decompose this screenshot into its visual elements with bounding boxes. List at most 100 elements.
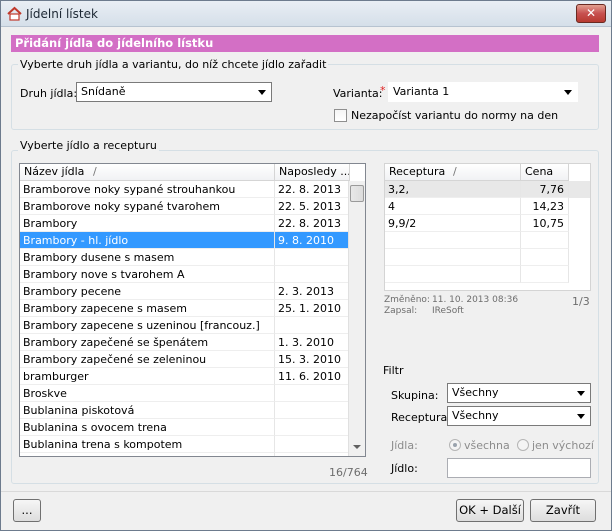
table-row[interactable]: Brambory zapečené se špenátem 1. 3. 2010	[20, 334, 350, 351]
table-row[interactable]: Brambory 22. 8. 2013	[20, 215, 350, 232]
ok-next-button[interactable]: OK + Další	[456, 499, 524, 522]
food-name-cell: Brambory zapecene s uzeninou [francouz.]	[20, 317, 275, 334]
table-row[interactable]: Bublanina s ovocem trena	[20, 419, 350, 436]
recipe-cell	[385, 266, 521, 283]
radio-default-label[interactable]: jen výchozí	[532, 439, 594, 452]
table-row[interactable]: Bramborove noky sypané tvarohem 22. 5. 20…	[20, 198, 350, 215]
column-header-recipe-label: Receptura	[389, 165, 446, 178]
sort-icon: /	[453, 165, 457, 178]
recipe-cell: 9,9/2	[385, 215, 521, 232]
table-row[interactable]: Bublanina trena s kompotem	[20, 436, 350, 453]
food-date-cell: 5. 7. 2010	[275, 453, 350, 456]
food-type-group-legend: Vyberte druh jídla a variantu, do níž ch…	[18, 58, 329, 71]
chevron-down-icon	[258, 90, 266, 95]
table-row[interactable]: Broskve	[20, 385, 350, 402]
table-row[interactable]: 9,9/2 10,75	[385, 215, 590, 232]
skupina-select[interactable]: Všechny	[447, 383, 591, 403]
window-title: Jídelní lístek	[26, 7, 98, 21]
food-name-cell: Brambory zapečené se špenátem	[20, 334, 275, 351]
food-name-cell: Bramborove noky sypané strouhankou	[20, 181, 275, 198]
food-name-cell: Brambory - hl. jídlo	[20, 232, 275, 249]
scroll-thumb[interactable]	[350, 185, 364, 202]
varianta-select[interactable]: Varianta 1	[388, 82, 578, 102]
close-icon[interactable]: ✕	[586, 6, 596, 20]
food-date-cell	[275, 402, 350, 419]
food-count: 16/764	[329, 466, 368, 479]
table-row[interactable]: Brambory nove s tvarohem A	[20, 266, 350, 283]
recipe-list[interactable]: Receptura / Cena 3,2, 7,76 4 14,23 9,9/2 10,7…	[384, 163, 591, 291]
price-cell	[521, 232, 569, 249]
column-header-price[interactable]: Cena	[521, 164, 569, 181]
table-row[interactable]: Bublanina trena s ...5. 7. 2010	[20, 453, 350, 456]
price-cell: 14,23	[521, 198, 569, 215]
food-name-cell: Broskve	[20, 385, 275, 402]
varianta-value: Varianta 1	[393, 85, 450, 98]
empty-row	[385, 249, 590, 266]
exclude-variant-label[interactable]: Nezapočíst variantu do normy na den	[351, 109, 558, 122]
food-date-cell: 15. 3. 2010	[275, 351, 350, 368]
food-date-cell: 2. 3. 2013	[275, 283, 350, 300]
price-cell: 7,76	[521, 181, 569, 198]
food-date-cell	[275, 266, 350, 283]
app-icon	[7, 6, 22, 21]
table-row[interactable]: bramburger 11. 6. 2010	[20, 368, 350, 385]
radio-all-label[interactable]: všechna	[464, 439, 510, 452]
radio-all[interactable]	[449, 439, 461, 451]
column-header-recipe[interactable]: Receptura /	[385, 164, 521, 181]
druh-label: Druh jídla:	[20, 87, 78, 100]
close-window-button[interactable]: ✕	[576, 4, 606, 23]
column-header-last[interactable]: Naposledy ...	[275, 164, 350, 181]
table-row[interactable]: Brambory - hl. jídlo 9. 8. 2010	[20, 232, 350, 249]
food-date-cell: 9. 8. 2010	[275, 232, 350, 249]
dialog-window: Jídelní lístek ✕ Přidání jídla do jídeln…	[0, 0, 612, 531]
scroll-down-button[interactable]	[349, 439, 365, 456]
food-date-cell: 22. 8. 2013	[275, 215, 350, 232]
jidlo-input[interactable]	[447, 458, 591, 478]
column-header-name[interactable]: Název jídla /	[20, 164, 275, 181]
food-date-cell: 22. 8. 2013	[275, 181, 350, 198]
table-row[interactable]: Brambory pecene 2. 3. 2013	[20, 283, 350, 300]
food-name-cell: bramburger	[20, 368, 275, 385]
table-row[interactable]: 3,2, 7,76	[385, 181, 590, 198]
bottom-separator	[1, 491, 611, 492]
food-list-scrollbar[interactable]	[348, 181, 365, 456]
recipe-cell: 4	[385, 198, 521, 215]
recipe-count: 1/3	[572, 295, 590, 308]
changed-label: Změněno:	[384, 295, 430, 305]
required-marker: *	[380, 84, 386, 97]
price-cell	[521, 249, 569, 266]
table-row[interactable]: Brambory zapecene s masem 25. 1. 2010	[20, 300, 350, 317]
close-button[interactable]: Zavřít	[530, 499, 596, 522]
jidla-label: Jídla:	[391, 439, 418, 452]
food-name-cell: Bublanina s ovocem trena	[20, 419, 275, 436]
column-header-name-label: Název jídla	[24, 165, 85, 178]
exclude-variant-checkbox[interactable]	[334, 109, 347, 122]
table-row[interactable]: Brambory zapečené se zeleninou 15. 3. 201…	[20, 351, 350, 368]
druh-value: Snídaně	[81, 85, 126, 98]
price-cell	[521, 266, 569, 283]
food-name-cell: Brambory zapečené se zeleninou	[20, 351, 275, 368]
title-bar[interactable]: Jídelní lístek ✕	[1, 1, 611, 27]
food-name-cell: Brambory pecene	[20, 283, 275, 300]
arrow-down-icon	[353, 445, 361, 449]
table-row[interactable]: 4 14,23	[385, 198, 590, 215]
receptura-select[interactable]: Všechny	[447, 406, 591, 426]
jidlo-label: Jídlo:	[391, 462, 418, 475]
chevron-down-icon	[577, 414, 585, 419]
chevron-down-icon	[564, 90, 572, 95]
food-list[interactable]: Název jídla / Naposledy ... Bramborove n…	[19, 163, 366, 457]
food-date-cell: 22. 5. 2013	[275, 198, 350, 215]
table-row[interactable]: Bublanina piskotová	[20, 402, 350, 419]
radio-dot	[453, 443, 457, 447]
table-row[interactable]: Bramborove noky sypané strouhankou 22. 8.…	[20, 181, 350, 198]
empty-row	[385, 266, 590, 283]
food-name-cell: Brambory	[20, 215, 275, 232]
table-row[interactable]: Brambory dusene s masem	[20, 249, 350, 266]
druh-select[interactable]: Snídaně	[76, 82, 272, 102]
more-button[interactable]: ...	[13, 499, 41, 522]
table-row[interactable]: Brambory zapecene s uzeninou [francouz.]	[20, 317, 350, 334]
radio-default[interactable]	[517, 439, 529, 451]
receptura-label: Receptura:	[391, 411, 451, 424]
food-name-cell: Bublanina trena s kompotem	[20, 436, 275, 453]
food-name-cell: Brambory nove s tvarohem A	[20, 266, 275, 283]
